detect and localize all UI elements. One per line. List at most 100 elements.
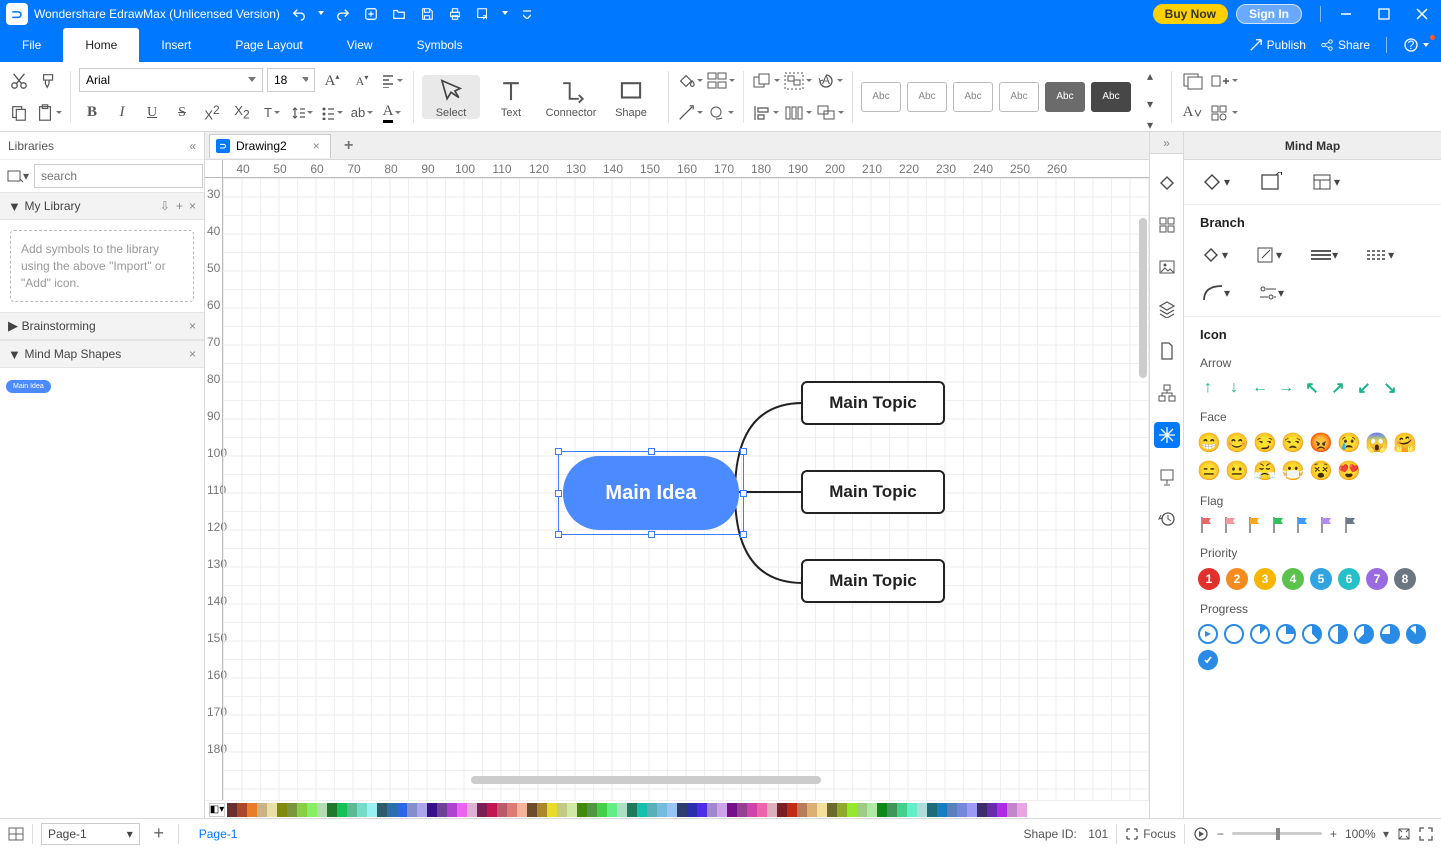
color-swatch[interactable] bbox=[417, 803, 427, 817]
color-swatch[interactable] bbox=[457, 803, 467, 817]
swatch-scroll-down[interactable]: ▾ bbox=[1137, 91, 1163, 117]
font-color-button[interactable]: A bbox=[379, 100, 405, 126]
add-tab-button[interactable]: + bbox=[337, 134, 361, 158]
redo-button[interactable] bbox=[332, 3, 354, 25]
priority-icon[interactable]: 3 bbox=[1254, 568, 1276, 590]
tab-page-layout[interactable]: Page Layout bbox=[213, 28, 324, 62]
color-swatch[interactable] bbox=[937, 803, 947, 817]
progress-icon[interactable] bbox=[1198, 650, 1218, 670]
branch-dash-style[interactable]: ▾ bbox=[1366, 248, 1394, 262]
color-swatch[interactable] bbox=[257, 803, 267, 817]
color-swatch[interactable] bbox=[977, 803, 987, 817]
connector-tool[interactable]: Connector bbox=[542, 75, 600, 119]
arrow-icon[interactable]: ↘ bbox=[1380, 378, 1400, 398]
arrow-icon[interactable]: ↓ bbox=[1224, 378, 1244, 398]
face-icon[interactable]: 😊 bbox=[1226, 432, 1248, 454]
increase-font-button[interactable]: A▴ bbox=[319, 68, 345, 94]
progress-icon[interactable] bbox=[1406, 624, 1426, 644]
color-swatch[interactable] bbox=[627, 803, 637, 817]
bullets-button[interactable] bbox=[319, 100, 345, 126]
color-swatch[interactable] bbox=[667, 803, 677, 817]
rail-page-icon[interactable] bbox=[1154, 338, 1180, 364]
color-swatch[interactable] bbox=[677, 803, 687, 817]
style-swatch-3[interactable]: Abc bbox=[953, 82, 993, 112]
color-swatch[interactable] bbox=[577, 803, 587, 817]
color-swatch[interactable] bbox=[957, 803, 967, 817]
color-swatch[interactable] bbox=[997, 803, 1007, 817]
color-swatch[interactable] bbox=[907, 803, 917, 817]
node-topic-1[interactable]: Main Topic bbox=[801, 381, 945, 425]
face-icon[interactable]: 😡 bbox=[1310, 432, 1332, 454]
flag-icon[interactable] bbox=[1222, 516, 1240, 534]
priority-icon[interactable]: 2 bbox=[1226, 568, 1248, 590]
color-swatch[interactable] bbox=[797, 803, 807, 817]
progress-icon[interactable] bbox=[1250, 624, 1270, 644]
color-swatch[interactable] bbox=[617, 803, 627, 817]
branch-line-style[interactable]: ▾ bbox=[1310, 248, 1338, 262]
color-swatch[interactable] bbox=[487, 803, 497, 817]
tab-insert[interactable]: Insert bbox=[139, 28, 213, 62]
copy-button[interactable] bbox=[6, 100, 32, 126]
color-swatch[interactable] bbox=[847, 803, 857, 817]
focus-button[interactable]: Focus bbox=[1125, 827, 1176, 841]
section-brainstorming[interactable]: ▶ Brainstorming× bbox=[0, 312, 204, 340]
fit-page-button[interactable] bbox=[1397, 827, 1411, 841]
color-swatch[interactable] bbox=[947, 803, 957, 817]
color-swatch[interactable] bbox=[697, 803, 707, 817]
color-swatch[interactable] bbox=[297, 803, 307, 817]
color-swatch[interactable] bbox=[307, 803, 317, 817]
priority-icon[interactable]: 1 bbox=[1198, 568, 1220, 590]
face-icon[interactable]: 😱 bbox=[1366, 432, 1388, 454]
shape-main-idea[interactable]: Main Idea bbox=[6, 380, 51, 393]
share-button[interactable]: Share bbox=[1316, 38, 1374, 52]
tab-home[interactable]: Home bbox=[63, 28, 139, 62]
color-swatch[interactable] bbox=[837, 803, 847, 817]
color-swatch[interactable] bbox=[987, 803, 997, 817]
insert-element-button[interactable] bbox=[1210, 68, 1238, 94]
z-order-button[interactable] bbox=[752, 68, 780, 94]
priority-icon[interactable]: 6 bbox=[1338, 568, 1360, 590]
print-button[interactable] bbox=[444, 3, 466, 25]
underline-button[interactable]: U bbox=[139, 100, 165, 126]
color-swatch[interactable] bbox=[1007, 803, 1017, 817]
progress-icon[interactable] bbox=[1276, 624, 1296, 644]
color-swatch[interactable] bbox=[527, 803, 537, 817]
color-swatch[interactable] bbox=[867, 803, 877, 817]
undo-button[interactable] bbox=[288, 3, 310, 25]
color-swatch[interactable] bbox=[967, 803, 977, 817]
color-picker-button[interactable]: ◧▾ bbox=[209, 803, 225, 817]
vertical-scrollbar[interactable] bbox=[1139, 218, 1147, 378]
face-icon[interactable]: 😷 bbox=[1282, 460, 1304, 482]
priority-icon[interactable]: 8 bbox=[1394, 568, 1416, 590]
color-swatch[interactable] bbox=[397, 803, 407, 817]
color-swatch[interactable] bbox=[757, 803, 767, 817]
zoom-out-button[interactable]: − bbox=[1217, 827, 1224, 841]
shadow-button[interactable] bbox=[707, 100, 735, 126]
style-swatch-6[interactable]: Abc bbox=[1091, 82, 1131, 112]
priority-icon[interactable]: 4 bbox=[1282, 568, 1304, 590]
color-swatch[interactable] bbox=[807, 803, 817, 817]
rail-layers-icon[interactable] bbox=[1154, 296, 1180, 322]
color-swatch[interactable] bbox=[877, 803, 887, 817]
color-swatch[interactable] bbox=[817, 803, 827, 817]
rail-org-icon[interactable] bbox=[1154, 380, 1180, 406]
color-swatch[interactable] bbox=[767, 803, 777, 817]
progress-icon[interactable] bbox=[1302, 624, 1322, 644]
color-swatch[interactable] bbox=[347, 803, 357, 817]
size-button[interactable] bbox=[816, 100, 844, 126]
line-button[interactable] bbox=[677, 100, 703, 126]
color-swatch[interactable] bbox=[787, 803, 797, 817]
color-swatch[interactable] bbox=[507, 803, 517, 817]
text-tool[interactable]: Text bbox=[482, 75, 540, 119]
import-icon[interactable]: ⇩ bbox=[160, 199, 170, 213]
swatch-expand[interactable]: ▾ bbox=[1137, 119, 1163, 131]
color-swatch[interactable] bbox=[477, 803, 487, 817]
qat-customize[interactable] bbox=[516, 3, 538, 25]
maximize-button[interactable] bbox=[1365, 0, 1403, 28]
fullscreen-button[interactable] bbox=[1419, 827, 1433, 841]
flag-icon[interactable] bbox=[1270, 516, 1288, 534]
page-grid-toggle[interactable] bbox=[8, 827, 24, 841]
add-lib-icon[interactable]: + bbox=[176, 199, 183, 213]
face-icon[interactable]: 🤗 bbox=[1394, 432, 1416, 454]
style-swatch-2[interactable]: Abc bbox=[907, 82, 947, 112]
